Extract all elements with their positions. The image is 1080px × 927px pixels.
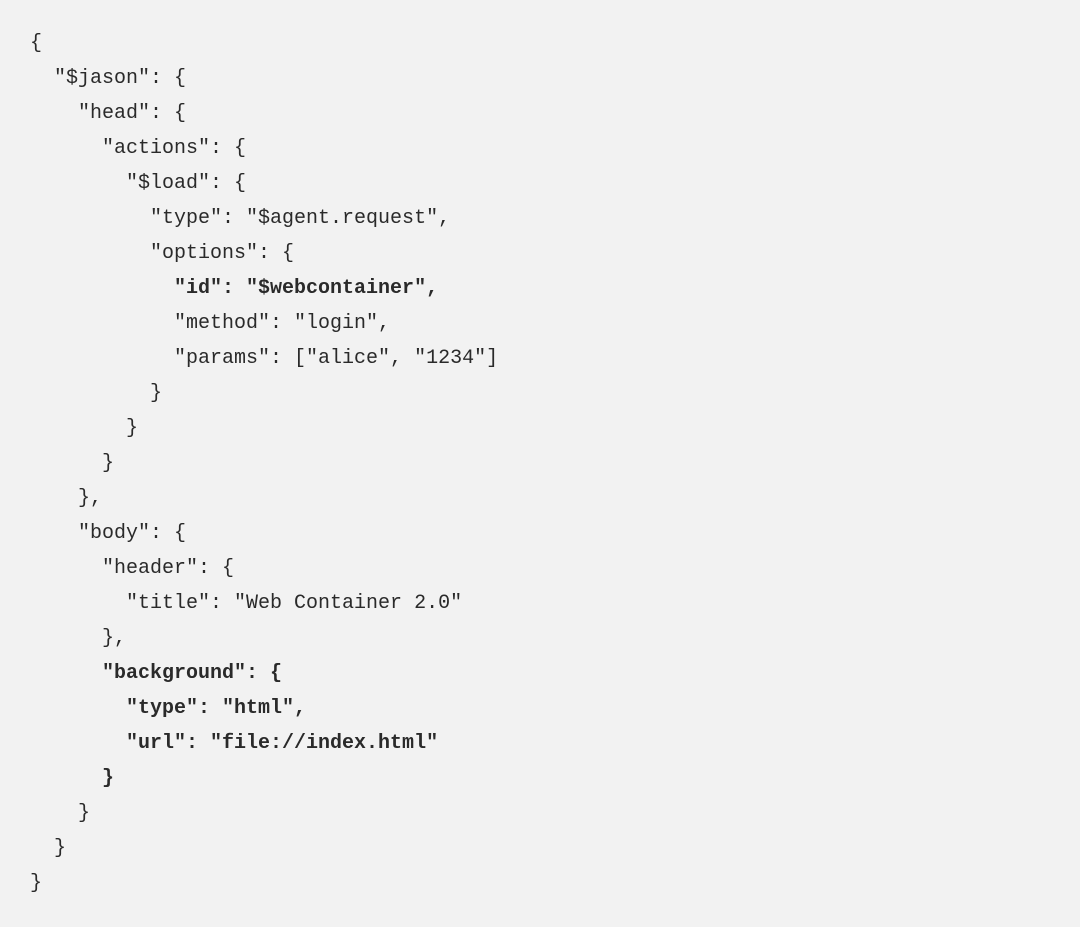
code-line: "type": "html", xyxy=(30,697,306,720)
code-line: "options": { xyxy=(30,242,294,265)
code-line: "type": "$agent.request", xyxy=(30,207,450,230)
code-line: } xyxy=(30,837,66,860)
code-line: "title": "Web Container 2.0" xyxy=(30,592,462,615)
code-line: "method": "login", xyxy=(30,312,390,335)
code-block: { "$jason": { "head": { "actions": { "$l… xyxy=(0,0,1080,927)
code-line: "header": { xyxy=(30,557,234,580)
code-line: } xyxy=(30,802,90,825)
code-line: } xyxy=(30,452,114,475)
code-line: "params": ["alice", "1234"] xyxy=(30,347,498,370)
code-line: } xyxy=(30,382,162,405)
code-line: "$load": { xyxy=(30,172,246,195)
code-line: "body": { xyxy=(30,522,186,545)
code-line: "background": { xyxy=(30,662,282,685)
code-line: { xyxy=(30,32,42,55)
code-line: } xyxy=(30,767,114,790)
code-line: }, xyxy=(30,627,126,650)
code-line: } xyxy=(30,872,42,895)
code-line: "$jason": { xyxy=(30,67,186,90)
code-line: } xyxy=(30,417,138,440)
code-line: }, xyxy=(30,487,102,510)
code-line: "head": { xyxy=(30,102,186,125)
code-line: "url": "file://index.html" xyxy=(30,732,438,755)
code-line: "actions": { xyxy=(30,137,246,160)
code-line: "id": "$webcontainer", xyxy=(30,277,438,300)
